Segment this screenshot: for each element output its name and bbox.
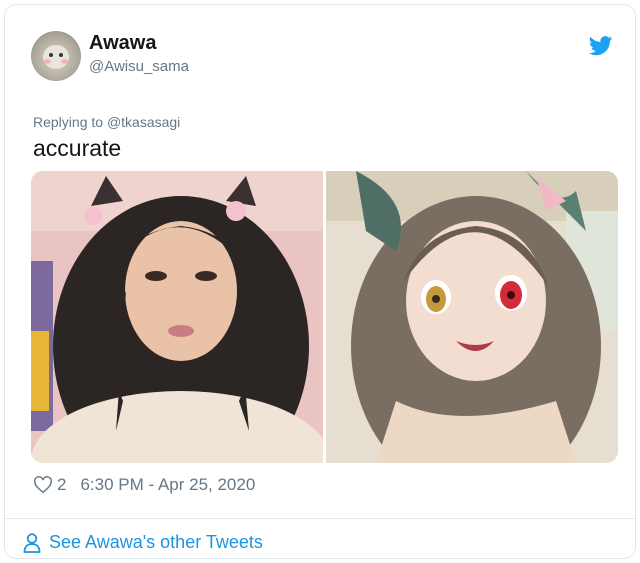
avatar-eye-left xyxy=(49,53,53,57)
tweet-timestamp[interactable]: 6:30 PM - Apr 25, 2020 xyxy=(80,475,255,495)
twitter-bird-icon[interactable] xyxy=(589,35,613,57)
tweet-meta: 2 6:30 PM - Apr 25, 2020 xyxy=(33,475,255,495)
tweet-card: Awawa @Awisu_sama Replying to @tkasasagi… xyxy=(4,4,636,559)
see-other-tweets-label: See Awawa's other Tweets xyxy=(49,532,263,552)
avatar-cheek-left xyxy=(44,59,51,64)
like-count: 2 xyxy=(57,475,67,494)
user-handle[interactable]: @Awisu_sama xyxy=(89,58,189,75)
tweet-photo-anime[interactable] xyxy=(326,171,618,463)
tweet-photo-selfie[interactable] xyxy=(31,171,323,463)
see-other-tweets-link[interactable]: See Awawa's other Tweets xyxy=(23,532,263,553)
replying-to-handle[interactable]: @tkasasagi xyxy=(107,114,180,130)
replying-to: Replying to @tkasasagi xyxy=(33,114,180,130)
avatar-cheek-right xyxy=(61,59,68,64)
heart-outline-icon[interactable] xyxy=(33,476,53,494)
selfie-illustration xyxy=(31,171,323,463)
anime-illustration xyxy=(326,171,618,463)
divider xyxy=(5,518,635,519)
avatar-face xyxy=(43,45,69,69)
avatar[interactable] xyxy=(31,31,81,81)
display-name[interactable]: Awawa xyxy=(89,32,156,55)
avatar-eye-right xyxy=(59,53,63,57)
tweet-text: accurate xyxy=(33,135,122,161)
person-outline-icon xyxy=(23,532,41,553)
replying-prefix: Replying to xyxy=(33,114,104,130)
